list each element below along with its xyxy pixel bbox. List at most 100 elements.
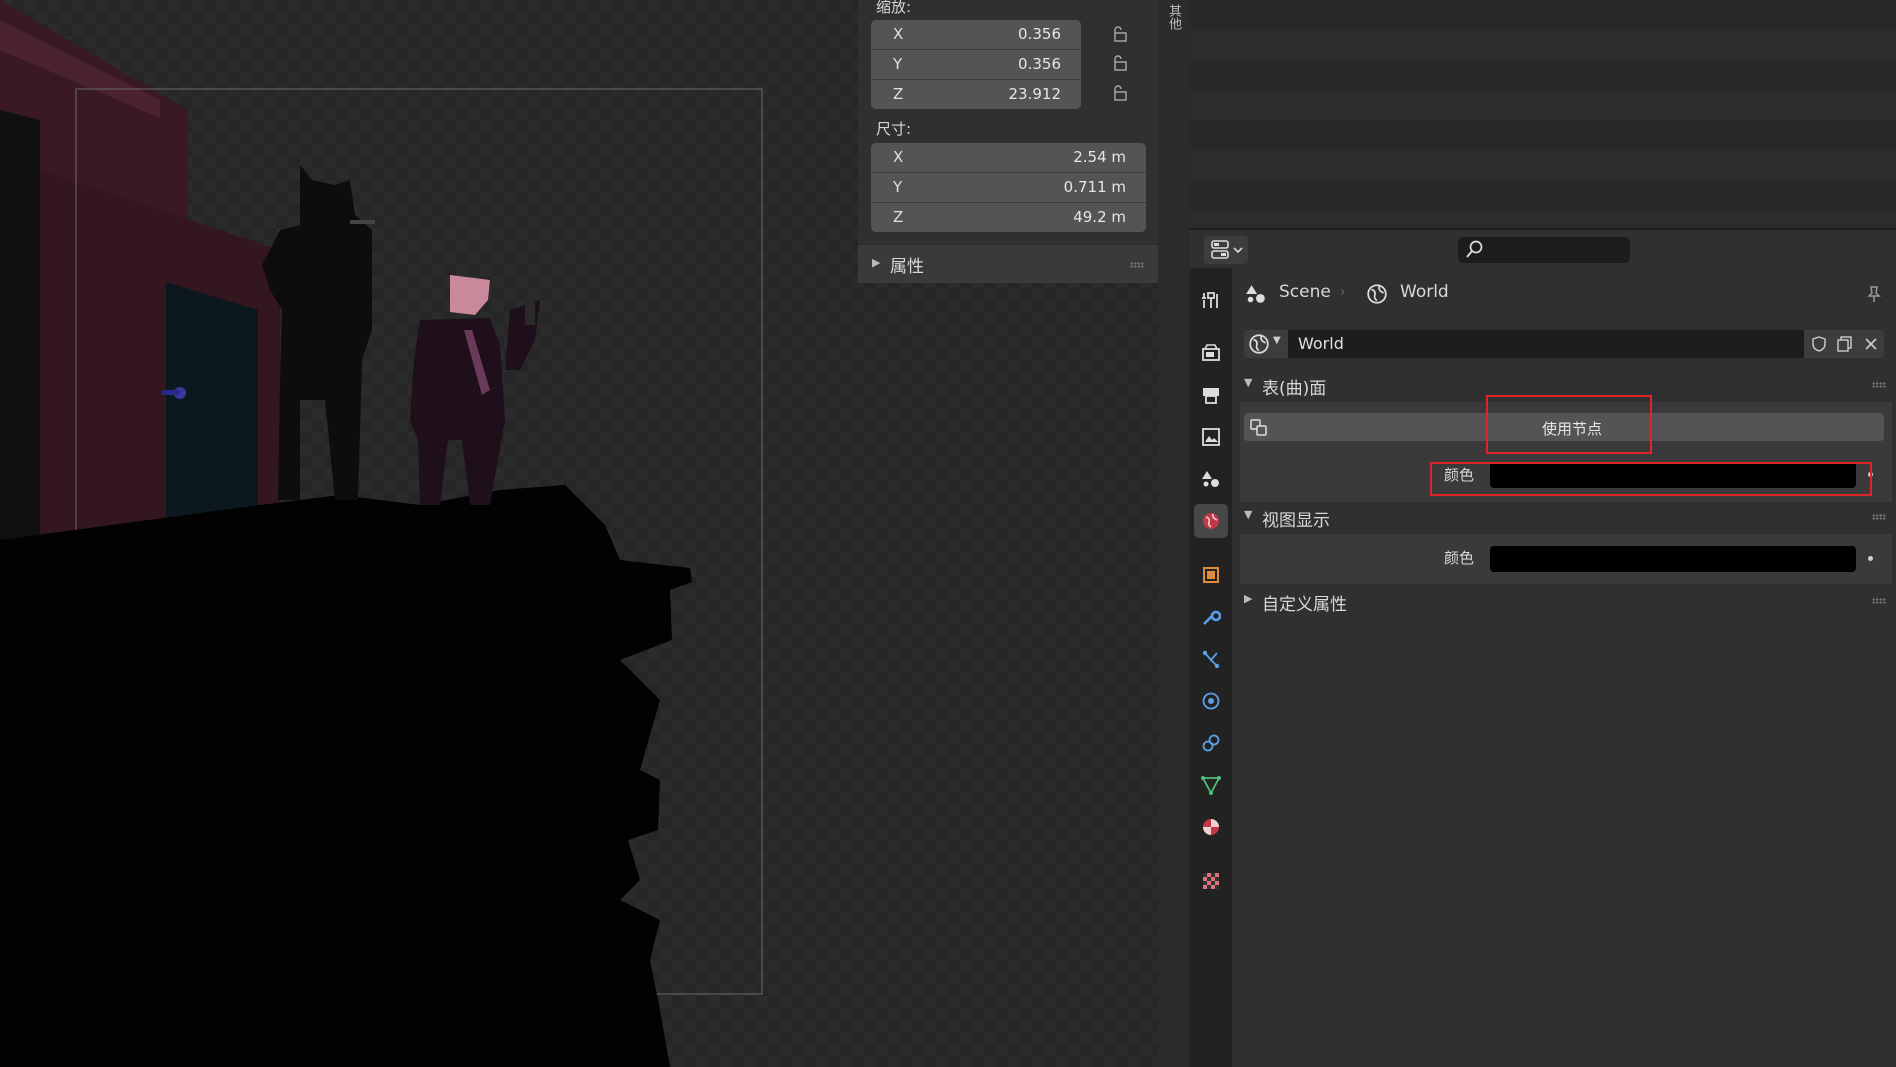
pig-figure <box>410 275 540 505</box>
object-icon <box>1203 567 1219 583</box>
viewport-color-label: 颜色 <box>1444 549 1475 567</box>
field-value: 2.54 m <box>1073 148 1126 166</box>
field-value: 23.912 <box>1008 85 1062 103</box>
scene-icon <box>1246 285 1265 303</box>
viewport-display-panel-title: 视图显示 <box>1262 511 1330 531</box>
tab-output[interactable] <box>1194 378 1228 412</box>
properties-panel-title: 属性 <box>890 257 924 277</box>
tab-texture[interactable] <box>1194 864 1228 898</box>
particles-icon <box>1202 650 1220 669</box>
tab-object[interactable] <box>1194 558 1228 592</box>
scale-y-field[interactable]: Y 0.356 <box>871 50 1081 80</box>
breadcrumb-scene[interactable]: Scene <box>1279 282 1331 302</box>
editor-type-button[interactable] <box>1204 236 1248 264</box>
constraints-icon <box>1202 734 1220 752</box>
custom-properties-panel-header[interactable]: ▶ 自定义属性 <box>1240 586 1892 618</box>
datablock-actions <box>1804 330 1884 358</box>
tab-constraints[interactable] <box>1194 726 1228 760</box>
tab-modifiers[interactable] <box>1194 600 1228 634</box>
material-icon <box>1203 819 1219 835</box>
tab-physics[interactable] <box>1194 684 1228 718</box>
collapse-arrow-icon: ▼ <box>1244 376 1253 389</box>
tool-icon <box>1202 292 1218 308</box>
chevron-down-icon: ▼ <box>1273 335 1281 346</box>
render-icon <box>1202 344 1220 361</box>
axis-label: X <box>893 25 904 43</box>
viewport-display-panel-header[interactable]: ▼ 视图显示 <box>1240 502 1892 534</box>
surface-color-field[interactable] <box>1490 462 1856 488</box>
duplicate-icon[interactable] <box>1836 335 1854 353</box>
field-value: 0.711 m <box>1063 178 1126 196</box>
scale-label: 缩放: <box>876 0 912 16</box>
close-icon[interactable] <box>1862 335 1880 353</box>
search-input[interactable] <box>1458 237 1630 263</box>
pin-icon[interactable] <box>1864 284 1884 304</box>
tab-data[interactable] <box>1194 768 1228 802</box>
axis-label: Z <box>893 85 904 103</box>
dimension-y-field[interactable]: Y 0.711 m <box>871 173 1146 203</box>
properties-content: Scene › World ▼ World ▼ 表(曲)面 使用节点 颜色 ▼ … <box>1232 268 1896 1067</box>
drag-grip-icon[interactable] <box>1872 598 1886 604</box>
properties-editor-icon <box>1211 240 1243 259</box>
axis-label: X <box>893 148 904 166</box>
outliner[interactable] <box>1190 0 1896 228</box>
tab-scene[interactable] <box>1194 462 1228 496</box>
drag-grip-icon[interactable] <box>1872 382 1886 388</box>
field-value: 0.356 <box>1018 25 1061 43</box>
properties-header <box>1190 228 1896 270</box>
search-icon <box>1466 240 1483 258</box>
world-datablock-selector: ▼ World <box>1244 330 1884 358</box>
axis-label: Y <box>893 178 903 196</box>
physics-icon <box>1202 692 1220 710</box>
world-icon <box>1367 284 1387 304</box>
drag-grip-icon[interactable] <box>1130 262 1144 268</box>
world-name-field[interactable]: World <box>1298 334 1344 353</box>
scale-fields: X 0.356 Y 0.356 Z 23.912 <box>871 20 1081 109</box>
tab-particles[interactable] <box>1194 642 1228 676</box>
expand-arrow-icon: ▶ <box>1244 592 1253 605</box>
animate-property-dot-icon[interactable] <box>1868 556 1873 561</box>
node-tree-icon <box>1250 419 1267 436</box>
use-nodes-button[interactable]: 使用节点 <box>1244 413 1884 441</box>
lock-icon[interactable] <box>1110 24 1130 44</box>
tab-render[interactable] <box>1194 336 1228 370</box>
dimension-x-field[interactable]: X 2.54 m <box>871 143 1146 173</box>
dimension-z-field[interactable]: Z 49.2 m <box>871 203 1146 232</box>
custom-properties-panel-title: 自定义属性 <box>1262 595 1347 615</box>
tab-world[interactable] <box>1194 504 1228 538</box>
mesh-data-icon <box>1201 776 1221 795</box>
breadcrumb-world[interactable]: World <box>1400 282 1449 302</box>
dimensions-fields: X 2.54 m Y 0.711 m Z 49.2 m <box>871 143 1146 232</box>
lock-icon[interactable] <box>1110 83 1130 103</box>
world-icon <box>1249 334 1269 354</box>
collapse-arrow-icon: ▼ <box>1244 508 1253 521</box>
drag-grip-icon[interactable] <box>1872 514 1886 520</box>
properties-tabs <box>1190 268 1232 1067</box>
tab-tool[interactable] <box>1194 283 1228 317</box>
surface-panel-header[interactable]: ▼ 表(曲)面 <box>1240 370 1892 402</box>
axis-label: Y <box>893 55 903 73</box>
surface-color-label: 颜色 <box>1444 466 1475 484</box>
fake-user-shield-icon[interactable] <box>1810 335 1828 353</box>
sidebar-tab-strip: 其他 <box>1158 0 1190 1067</box>
view-layer-icon <box>1202 428 1220 446</box>
animate-property-dot-icon[interactable] <box>1868 472 1873 477</box>
sidebar-tab-other[interactable]: 其他 <box>1164 4 1183 30</box>
viewport-color-field[interactable] <box>1490 546 1856 572</box>
scene-icon <box>1202 471 1219 487</box>
field-value: 49.2 m <box>1073 208 1126 226</box>
tab-view-layer[interactable] <box>1194 420 1228 454</box>
texture-checker-icon <box>1203 873 1219 889</box>
world-browse-button[interactable]: ▼ <box>1244 330 1288 358</box>
properties-panel-header[interactable]: ▶ 属性 <box>858 244 1158 283</box>
field-value: 0.356 <box>1018 55 1061 73</box>
lock-icon[interactable] <box>1110 53 1130 73</box>
scale-z-field[interactable]: Z 23.912 <box>871 80 1081 109</box>
dimensions-label: 尺寸: <box>876 120 912 138</box>
tab-material[interactable] <box>1194 810 1228 844</box>
door <box>166 282 258 540</box>
wrench-icon <box>1203 610 1221 625</box>
use-nodes-label: 使用节点 <box>1542 420 1603 438</box>
scale-x-field[interactable]: X 0.356 <box>871 20 1081 50</box>
breadcrumb-separator-icon: › <box>1340 284 1346 300</box>
